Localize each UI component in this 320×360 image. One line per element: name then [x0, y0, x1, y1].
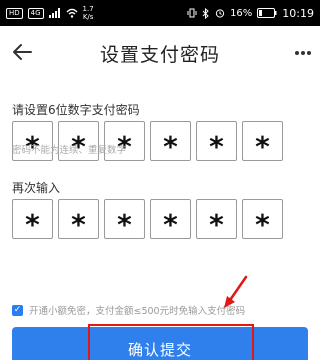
vibrate-icon	[187, 8, 197, 18]
back-button[interactable]	[8, 38, 36, 66]
signal-icon	[48, 8, 60, 18]
pin-digit[interactable]: *	[196, 199, 237, 241]
clock: 10:19	[282, 6, 314, 20]
pin-digit[interactable]: *	[242, 199, 283, 241]
annotation-highlight-box	[88, 324, 254, 360]
small-amount-text: 开通小额免密，支付金额≤500元时免输入支付密码	[29, 306, 246, 317]
status-bar: HD 4G 1.7 K/s 16% 10:19	[0, 0, 320, 26]
battery-percent: 16%	[230, 7, 253, 19]
hd-badge: HD	[6, 7, 23, 19]
pin-digit[interactable]: *	[196, 121, 237, 163]
status-left: HD 4G 1.7 K/s	[6, 5, 94, 21]
more-button[interactable]	[290, 40, 316, 66]
small-amount-checkbox[interactable]: ✓	[12, 304, 23, 316]
network-speed: 1.7 K/s	[83, 5, 94, 21]
bluetooth-icon	[202, 7, 209, 19]
small-amount-free-option: ✓ 开通小额免密，支付金额≤500元时免输入支付密码	[12, 303, 245, 317]
page-title: 设置支付密码	[99, 43, 220, 66]
speed-value: 1.7	[82, 5, 94, 13]
confirm-password-label: 再次输入	[12, 181, 61, 195]
alarm-icon	[215, 9, 225, 18]
wifi-icon	[66, 8, 78, 18]
pin-digit[interactable]: *	[150, 199, 191, 241]
more-dot	[301, 51, 305, 55]
network-4g-badge: 4G	[27, 7, 44, 19]
set-password-label: 请设置6位数字支付密码	[12, 103, 140, 117]
pin-digit[interactable]: *	[150, 121, 191, 163]
status-right: 16% 10:19	[187, 7, 314, 20]
annotation-arrow-icon	[224, 275, 248, 308]
password-hint: 密码不能为连续、重复数字	[12, 145, 127, 156]
pin-digit[interactable]: *	[12, 199, 53, 241]
pin-digit[interactable]: *	[242, 121, 283, 163]
battery-icon	[257, 8, 277, 18]
password-form: 请设置6位数字支付密码 * * * * * * 密码不能为连续、重复数字 再次输…	[0, 80, 320, 360]
more-dot	[307, 51, 311, 55]
pin-digit[interactable]: *	[104, 199, 145, 241]
speed-unit: K/s	[82, 13, 94, 21]
pin-digit[interactable]: *	[58, 199, 99, 241]
navbar: 设置支付密码	[0, 26, 320, 80]
pin-input-confirm[interactable]: * * * * * *	[12, 199, 283, 241]
more-dot	[295, 51, 299, 55]
arrow-left-icon	[13, 44, 32, 60]
